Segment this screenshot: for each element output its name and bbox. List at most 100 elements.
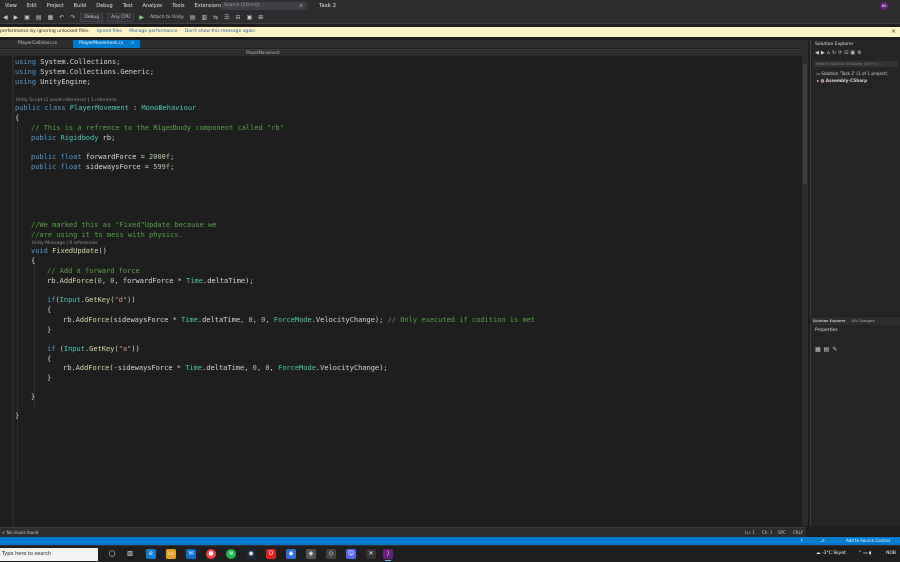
file-explorer-icon[interactable]: ▭ bbox=[166, 549, 176, 559]
menu-tools[interactable]: Tools bbox=[167, 0, 189, 12]
code-line-sideways: public float sidewaysForce = 599f; bbox=[31, 163, 175, 171]
dont-show-again-link[interactable]: Don't show this message again bbox=[185, 29, 255, 34]
save-all-icon[interactable]: ▦ bbox=[45, 12, 57, 23]
document-tabs: PlayerCollision.cs PlayerMovement.cs × bbox=[0, 40, 806, 48]
line-ending[interactable]: CRLF bbox=[793, 528, 803, 537]
scrollbar-thumb[interactable] bbox=[803, 64, 807, 184]
toolbar-icon-6[interactable]: ▣ bbox=[244, 12, 256, 23]
back-icon[interactable]: ◀ bbox=[0, 12, 11, 23]
spacing-mode[interactable]: SPC bbox=[778, 528, 786, 537]
code-line-comment2: //We marked this as "Fixed"Update becaus… bbox=[31, 221, 217, 229]
undo-icon[interactable]: ↶ bbox=[56, 12, 67, 23]
codelens-class[interactable]: Unity Script (1 asset reference) | 1 ref… bbox=[16, 98, 117, 103]
code-line-addforce-a: rb.AddForce(-sidewaysForce * Time.deltaT… bbox=[63, 364, 388, 372]
app-icon-1[interactable]: ◆ bbox=[286, 549, 296, 559]
solution-label: Solution 'Task 2' (1 of 1 project) bbox=[821, 71, 888, 76]
platform-select[interactable]: Any CPU bbox=[107, 13, 135, 22]
discord-icon[interactable]: ☺ bbox=[346, 549, 356, 559]
code-line-brace-class: } bbox=[15, 412, 20, 420]
mail-icon[interactable]: ✉ bbox=[186, 549, 196, 559]
branch-icon[interactable]: ⎇ bbox=[820, 537, 825, 545]
tray-icons[interactable]: ⌃ ▭ ◖ bbox=[858, 546, 871, 561]
spotify-icon[interactable]: ≋ bbox=[226, 549, 236, 559]
toolbar-icon-5[interactable]: ⊟ bbox=[233, 12, 244, 23]
info-bar: performance by ignoring unlocked files. … bbox=[0, 27, 900, 37]
taskbar-search[interactable]: Type here to search bbox=[0, 548, 98, 561]
toolbar-icon-1[interactable]: ▤ bbox=[187, 12, 199, 23]
search-icon[interactable]: ⌕ bbox=[300, 2, 303, 10]
properties-toolbar[interactable]: ▦▤✎ bbox=[815, 346, 840, 353]
window-title: Task 2 bbox=[319, 3, 337, 9]
search-input[interactable]: Search (Ctrl+Q) ⌕ bbox=[221, 2, 307, 10]
toolbar-icon-3[interactable]: ⇆ bbox=[210, 12, 221, 23]
search-placeholder: Search (Ctrl+Q) bbox=[224, 3, 260, 8]
source-control-arrow-icon[interactable]: ↑ bbox=[800, 537, 803, 545]
indent-guide bbox=[17, 118, 18, 480]
attach-button[interactable]: Attach to Unity bbox=[147, 12, 187, 23]
visual-studio-icon[interactable]: ⟩ bbox=[383, 549, 393, 561]
code-line-addforce1: rb.AddForce(0, 0, forwardForce * Time.de… bbox=[47, 277, 254, 285]
add-to-source-control[interactable]: Add to Source Control bbox=[846, 537, 890, 545]
toolbar: ◀ ▶ ▣ ▤ ▦ ↶ ↷ Debug Any CPU ▶ Attach to … bbox=[0, 12, 900, 24]
ignore-files-link[interactable]: Ignore files bbox=[97, 29, 122, 34]
steam-icon[interactable]: ◉ bbox=[246, 549, 256, 559]
toolbar-icon-7[interactable]: ⊞ bbox=[255, 12, 266, 23]
task-manager-icon[interactable]: ▥ bbox=[125, 549, 135, 559]
configuration-select[interactable]: Debug bbox=[80, 13, 104, 22]
weather-widget[interactable]: ☁ -3°C Skyet bbox=[816, 546, 846, 561]
opera-icon[interactable]: O bbox=[266, 549, 276, 559]
task-view-icon[interactable]: ◯ bbox=[107, 549, 117, 559]
tab-label: PlayerCollision.cs bbox=[18, 41, 58, 46]
clock[interactable]: NOB bbox=[886, 546, 896, 561]
redo-icon[interactable]: ↷ bbox=[67, 12, 78, 23]
menu-analyze[interactable]: Analyze bbox=[138, 0, 168, 12]
code-line-1: using System.Collections; bbox=[15, 58, 121, 66]
new-item-icon[interactable]: ▣ bbox=[21, 12, 33, 23]
toolbar-icon-4[interactable]: ☰ bbox=[221, 12, 232, 23]
chrome-icon[interactable]: ● bbox=[206, 549, 216, 559]
forward-icon[interactable]: ▶ bbox=[11, 12, 22, 23]
save-icon[interactable]: ▤ bbox=[33, 12, 45, 23]
info-message: performance by ignoring unlocked files. bbox=[0, 29, 90, 34]
close-tab-icon[interactable]: × bbox=[131, 41, 135, 46]
code-line-brace-d2: } bbox=[47, 326, 52, 334]
issues-status[interactable]: ✔ No issues found bbox=[2, 528, 38, 537]
menu-view[interactable]: View bbox=[0, 0, 22, 12]
tab-player-movement[interactable]: PlayerMovement.cs × bbox=[73, 40, 141, 48]
code-text: System.Collections; bbox=[40, 58, 121, 66]
toolbar-icon-2[interactable]: ▥ bbox=[198, 12, 210, 23]
tab-git-changes[interactable]: Git Changes bbox=[848, 317, 877, 325]
unity-hub-icon[interactable]: ◈ bbox=[306, 549, 316, 559]
menu-test[interactable]: Test bbox=[118, 0, 138, 12]
avatar[interactable]: NS bbox=[880, 2, 888, 10]
manage-performance-link[interactable]: Manage performance bbox=[129, 29, 177, 34]
status-bar: ↑ ⎇ Add to Source Control bbox=[0, 537, 900, 545]
menu-build[interactable]: Build bbox=[69, 0, 92, 12]
codelens-method[interactable]: Unity Message | 0 references bbox=[32, 241, 97, 246]
code-line-brace: { bbox=[31, 257, 36, 265]
edge-icon[interactable]: e bbox=[146, 549, 156, 559]
project-node[interactable]: ▸ ■ Assembly-CSharp bbox=[817, 78, 867, 83]
panel-tabs: Solution Explorer Git Changes bbox=[810, 317, 900, 326]
play-icon[interactable]: ▶ bbox=[136, 12, 147, 23]
code-line-class: public class PlayerMovement : MonoBehavi… bbox=[15, 104, 197, 112]
tab-player-collision[interactable]: PlayerCollision.cs bbox=[12, 40, 63, 48]
menu-project[interactable]: Project bbox=[42, 0, 69, 12]
code-line-if-a: if (Input.GetKey("a")) bbox=[47, 345, 140, 353]
menu-bar: View Edit Project Build Debug Test Analy… bbox=[0, 0, 900, 12]
solution-node[interactable]: ▭ Solution 'Task 2' (1 of 1 project) bbox=[816, 71, 888, 76]
solution-toolbar[interactable]: ◀▶⌂↻⟳⊟▣⚙ bbox=[815, 50, 864, 56]
code-line-brace-a2: } bbox=[47, 374, 52, 382]
menu-debug[interactable]: Debug bbox=[91, 0, 117, 12]
unity-icon[interactable]: ◇ bbox=[326, 549, 336, 559]
app-icon-2[interactable]: ✕ bbox=[366, 549, 376, 559]
solution-search-input[interactable]: Search Solution Explorer (Ctrl+;) bbox=[814, 61, 898, 67]
menu-edit[interactable]: Edit bbox=[22, 0, 42, 12]
vertical-scrollbar[interactable] bbox=[802, 40, 808, 526]
change-margin bbox=[12, 56, 14, 526]
code-editor[interactable]: using System.Collections; using System.C… bbox=[0, 56, 802, 526]
close-icon[interactable]: × bbox=[891, 27, 896, 37]
weather-text: -3°C Skyet bbox=[821, 551, 846, 556]
code-line-addforce-d: rb.AddForce(sidewaysForce * Time.deltaTi… bbox=[63, 316, 536, 324]
taskbar-search-text: Type here to search bbox=[2, 551, 52, 557]
